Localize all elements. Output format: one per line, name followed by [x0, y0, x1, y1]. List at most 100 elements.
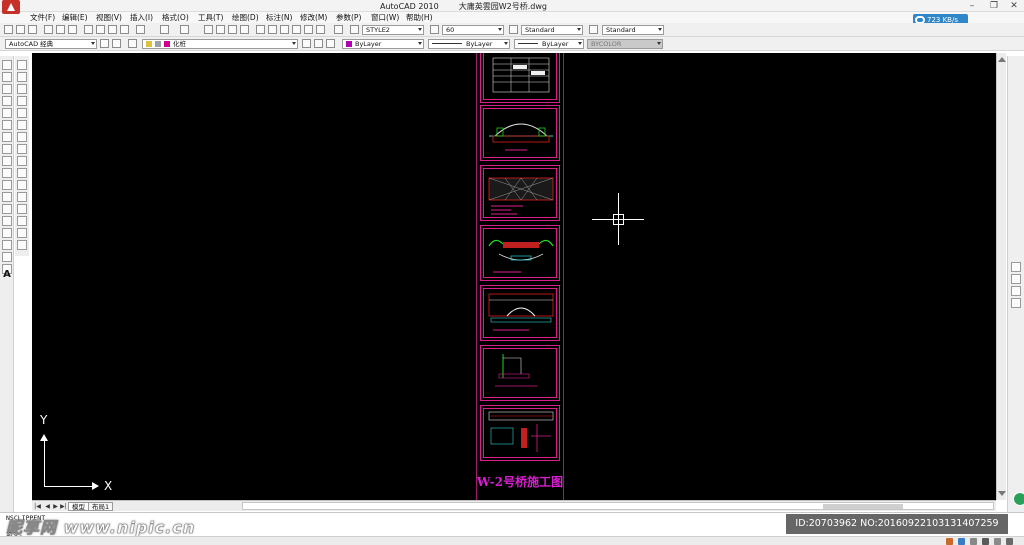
prev-tab-icon[interactable]: ◀ [44, 503, 51, 510]
workspace-gear-icon[interactable] [112, 39, 121, 48]
new-icon[interactable] [4, 25, 13, 34]
print-icon[interactable] [44, 25, 53, 34]
workspace-select[interactable]: AutoCAD 经典 [5, 39, 97, 49]
vertical-scrollbar[interactable] [996, 53, 1006, 500]
pan-view-icon[interactable] [1011, 286, 1021, 296]
point-icon[interactable] [2, 216, 12, 226]
menu-modify[interactable]: 修改(M) [300, 12, 327, 23]
fillet-icon[interactable] [17, 228, 27, 238]
save-icon[interactable] [28, 25, 37, 34]
properties-icon[interactable] [256, 25, 265, 34]
scroll-thumb[interactable] [823, 504, 903, 509]
markup-icon[interactable] [304, 25, 313, 34]
menu-file[interactable]: 文件(F) [30, 12, 55, 23]
extend-icon[interactable] [17, 180, 27, 190]
last-tab-icon[interactable]: ▶| [60, 503, 67, 510]
trim-icon[interactable] [17, 168, 27, 178]
dim-style-icon[interactable] [509, 25, 518, 34]
gradient-icon[interactable] [2, 240, 12, 250]
workspace-settings-icon[interactable] [100, 39, 109, 48]
construction-line-icon[interactable] [2, 72, 12, 82]
stretch-icon[interactable] [17, 156, 27, 166]
offset-icon[interactable] [17, 96, 27, 106]
view-cube-icon[interactable] [1011, 262, 1021, 272]
menu-edit[interactable]: 编辑(E) [62, 12, 88, 23]
ime-icon[interactable] [946, 538, 953, 545]
menu-view[interactable]: 视图(V) [96, 12, 122, 23]
mirror-icon[interactable] [17, 84, 27, 94]
menu-dimension[interactable]: 标注(N) [266, 12, 292, 23]
drawing-sheet-5[interactable] [480, 285, 560, 341]
first-tab-icon[interactable]: |◀ [34, 503, 41, 510]
scroll-up-icon[interactable] [998, 57, 1006, 62]
zoom-extents-icon[interactable] [1011, 298, 1021, 308]
drawing-sheet-2[interactable] [480, 105, 560, 161]
cut-icon[interactable] [84, 25, 93, 34]
close-button[interactable]: ✕ [1000, 0, 1024, 12]
quickcalc-icon[interactable] [316, 25, 325, 34]
make-current-layer-icon[interactable] [302, 39, 311, 48]
menu-insert[interactable]: 插入(I) [130, 12, 153, 23]
menu-parametric[interactable]: 参数(P) [336, 12, 361, 23]
lock-icon[interactable] [994, 538, 1001, 545]
plotstyle-select[interactable]: BYCOLOR [587, 39, 663, 49]
horizontal-scrollbar[interactable] [242, 502, 994, 510]
tab-layout1[interactable]: 布局1 [88, 502, 114, 511]
rotate-icon[interactable] [17, 132, 27, 142]
table-style-icon[interactable] [589, 25, 598, 34]
zoom-realtime-icon[interactable] [216, 25, 225, 34]
settings-icon[interactable] [970, 538, 977, 545]
lineweight-select[interactable]: ByLayer [514, 39, 584, 49]
match-properties-icon[interactable] [120, 25, 129, 34]
text-height-select[interactable]: 60 [442, 25, 504, 35]
design-center-icon[interactable] [268, 25, 277, 34]
drawing-sheet-3[interactable] [480, 165, 560, 221]
menu-format[interactable]: 格式(O) [162, 12, 189, 23]
zoom-previous-icon[interactable] [240, 25, 249, 34]
ellipse-arc-icon[interactable] [2, 180, 12, 190]
block-editor-icon[interactable] [136, 25, 145, 34]
text-style-select[interactable]: STYLE2 [362, 25, 424, 35]
undo-icon[interactable] [160, 25, 169, 34]
drawing-sheet-1[interactable] [480, 53, 560, 103]
tab-model[interactable]: 模型 [68, 502, 89, 511]
tray-icon[interactable] [958, 538, 965, 545]
text-style-icon[interactable] [350, 25, 359, 34]
copy-icon[interactable] [96, 25, 105, 34]
join-icon[interactable] [17, 204, 27, 214]
layer-manager-icon[interactable] [128, 39, 137, 48]
layer-previous-icon[interactable] [314, 39, 323, 48]
tool-palettes-icon[interactable] [280, 25, 289, 34]
publish-icon[interactable] [68, 25, 77, 34]
next-tab-icon[interactable]: ▶ [52, 503, 59, 510]
menu-help[interactable]: 帮助(H) [406, 12, 433, 23]
layer-select[interactable]: 化桩 [142, 39, 298, 49]
spline-icon[interactable] [2, 156, 12, 166]
hatch-icon[interactable] [2, 228, 12, 238]
linetype-select[interactable]: ByLayer [428, 39, 510, 49]
layer-state-icon[interactable] [326, 39, 335, 48]
paste-icon[interactable] [108, 25, 117, 34]
polygon-icon[interactable] [2, 96, 12, 106]
corner-badge-icon[interactable] [1013, 492, 1024, 506]
pan-icon[interactable] [204, 25, 213, 34]
explode-icon[interactable] [17, 240, 27, 250]
multiline-text-icon[interactable]: A [2, 270, 12, 280]
scroll-down-icon[interactable] [998, 491, 1006, 496]
array-icon[interactable] [17, 108, 27, 118]
menu-tools[interactable]: 工具(T) [198, 12, 223, 23]
polyline-icon[interactable] [2, 84, 12, 94]
break-icon[interactable] [17, 192, 27, 202]
help-icon[interactable] [334, 25, 343, 34]
menu-window[interactable]: 窗口(W) [371, 12, 399, 23]
gear-icon[interactable] [982, 538, 989, 545]
sheet-set-icon[interactable] [292, 25, 301, 34]
move-icon[interactable] [17, 120, 27, 130]
zoom-window-icon[interactable] [228, 25, 237, 34]
revision-cloud-icon[interactable] [2, 144, 12, 154]
drawing-sheet-7[interactable] [480, 405, 560, 461]
erase-icon[interactable] [17, 60, 27, 70]
steering-wheel-icon[interactable] [1011, 274, 1021, 284]
dim-style-select[interactable]: Standard [521, 25, 583, 35]
color-select[interactable]: ByLayer [342, 39, 424, 49]
